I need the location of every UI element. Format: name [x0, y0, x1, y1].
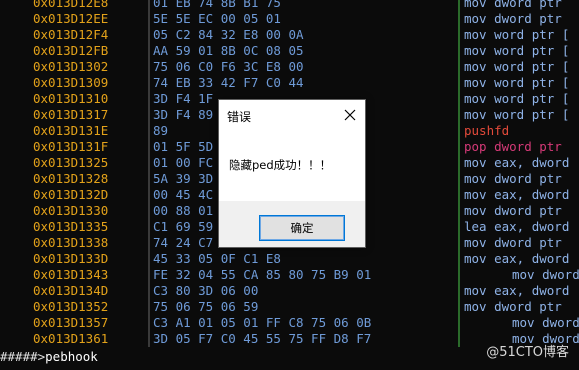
disasm-row: pushfd — [464, 123, 510, 138]
bytes-row: 01 EB 74 8B B1 75 — [153, 0, 281, 10]
address-row: 0x013D131F — [33, 139, 109, 154]
bytes-row: AA 59 01 8B 0C 08 05 — [153, 43, 304, 58]
address-row: 0x013D12E8 — [33, 0, 109, 10]
address-row: 0x013D12F4 — [33, 27, 109, 42]
disasm-row: mov dword ptr — [464, 203, 562, 218]
address-row: 0x013D1357 — [33, 315, 109, 330]
disasm-row: mov word ptr [ — [464, 43, 570, 58]
address-row: 0x013D1343 — [33, 267, 109, 282]
disasm-row: mov dword — [512, 315, 579, 330]
address-row: 0x013D1338 — [33, 235, 109, 250]
close-icon[interactable] — [343, 107, 357, 121]
bytes-row: 45 33 05 0F C1 E8 — [153, 251, 281, 266]
address-row: 0x013D12EE — [33, 11, 109, 26]
command-prompt[interactable]: #####>pebhook — [0, 349, 98, 364]
address-row: 0x013D1325 — [33, 155, 109, 170]
address-row: 0x013D1352 — [33, 299, 109, 314]
address-row: 0x013D1310 — [33, 91, 109, 106]
bytes-row: 05 C2 84 32 E8 00 0A — [153, 27, 304, 42]
address-row: 0x013D133D — [33, 251, 109, 266]
dialog-titlebar[interactable]: 错误 — [219, 100, 365, 131]
disasm-row: mov word ptr [ — [464, 91, 570, 106]
address-row: 0x013D12FB — [33, 43, 109, 58]
bytes-row: C3 80 3D 06 00 — [153, 283, 259, 298]
prompt-command[interactable]: pebhook — [45, 349, 98, 364]
watermark: @51CTO博客 — [486, 345, 569, 360]
disasm-row: mov eax, dword — [464, 187, 570, 202]
dialog-body: 隐藏ped成功！！！ — [219, 131, 365, 201]
bytes-row: 75 06 75 06 59 — [153, 299, 259, 314]
disasm-row: mov word ptr [ — [464, 75, 570, 90]
disasm-row: mov word ptr [ — [464, 59, 570, 74]
disasm-row: lea eax, dword — [464, 219, 570, 234]
disassembly-column: mov dword ptr mov dword ptr mov word ptr [… — [458, 0, 579, 347]
disasm-row: mov word ptr [ — [464, 27, 570, 42]
address-row: 0x013D1361 — [33, 331, 109, 346]
disasm-row: mov dword — [512, 267, 579, 282]
address-row: 0x013D131E — [33, 123, 109, 138]
address-row: 0x013D1330 — [33, 203, 109, 218]
address-row: 0x013D1328 — [33, 171, 109, 186]
disasm-row: mov eax, dword — [464, 283, 570, 298]
ok-button[interactable]: 确定 — [259, 215, 345, 241]
disasm-row: mov dword ptr — [464, 235, 562, 250]
disasm-row: mov word ptr [ — [464, 107, 570, 122]
dialog-footer: 确定 — [219, 201, 365, 247]
address-row: 0x013D1302 — [33, 59, 109, 74]
address-row: 0x013D132D — [33, 187, 109, 202]
bytes-row: 5E 5E EC 00 05 01 — [153, 11, 281, 26]
bytes-row: 74 EB 33 42 F7 C0 44 — [153, 75, 304, 90]
address-row: 0x013D1335 — [33, 219, 109, 234]
dialog-message: 隐藏ped成功！！！ — [229, 158, 332, 172]
bytes-row: 3D 05 F7 C0 45 55 75 FF D8 F7 — [153, 331, 372, 346]
bytes-row: 75 06 C0 F6 3C E8 00 — [153, 59, 304, 74]
error-dialog: 错误 隐藏ped成功！！！ 确定 — [218, 99, 366, 248]
disasm-row: mov eax, dword — [464, 155, 570, 170]
disasm-row: mov eax, dword — [464, 251, 570, 266]
bytes-row: FE 32 04 55 CA 85 80 75 B9 01 — [153, 267, 372, 282]
address-column: 0x013D12E8 0x013D12EE 0x013D12F4 0x013D12FB… — [33, 0, 143, 347]
prompt-hashes: #####> — [0, 349, 46, 364]
disasm-row: pop dword ptr — [464, 139, 562, 154]
address-row: 0x013D1317 — [33, 107, 109, 122]
disasm-row: mov dword ptr — [464, 0, 562, 10]
disasm-row: mov dword ptr — [464, 171, 562, 186]
dialog-title: 错误 — [227, 110, 252, 124]
disasm-row: mov dword ptr — [464, 299, 562, 314]
address-row: 0x013D134D — [33, 283, 109, 298]
address-row: 0x013D1309 — [33, 75, 109, 90]
bytes-row: C3 A1 01 05 01 FF C8 75 06 0B — [153, 315, 372, 330]
disasm-row: mov dword ptr — [464, 11, 562, 26]
